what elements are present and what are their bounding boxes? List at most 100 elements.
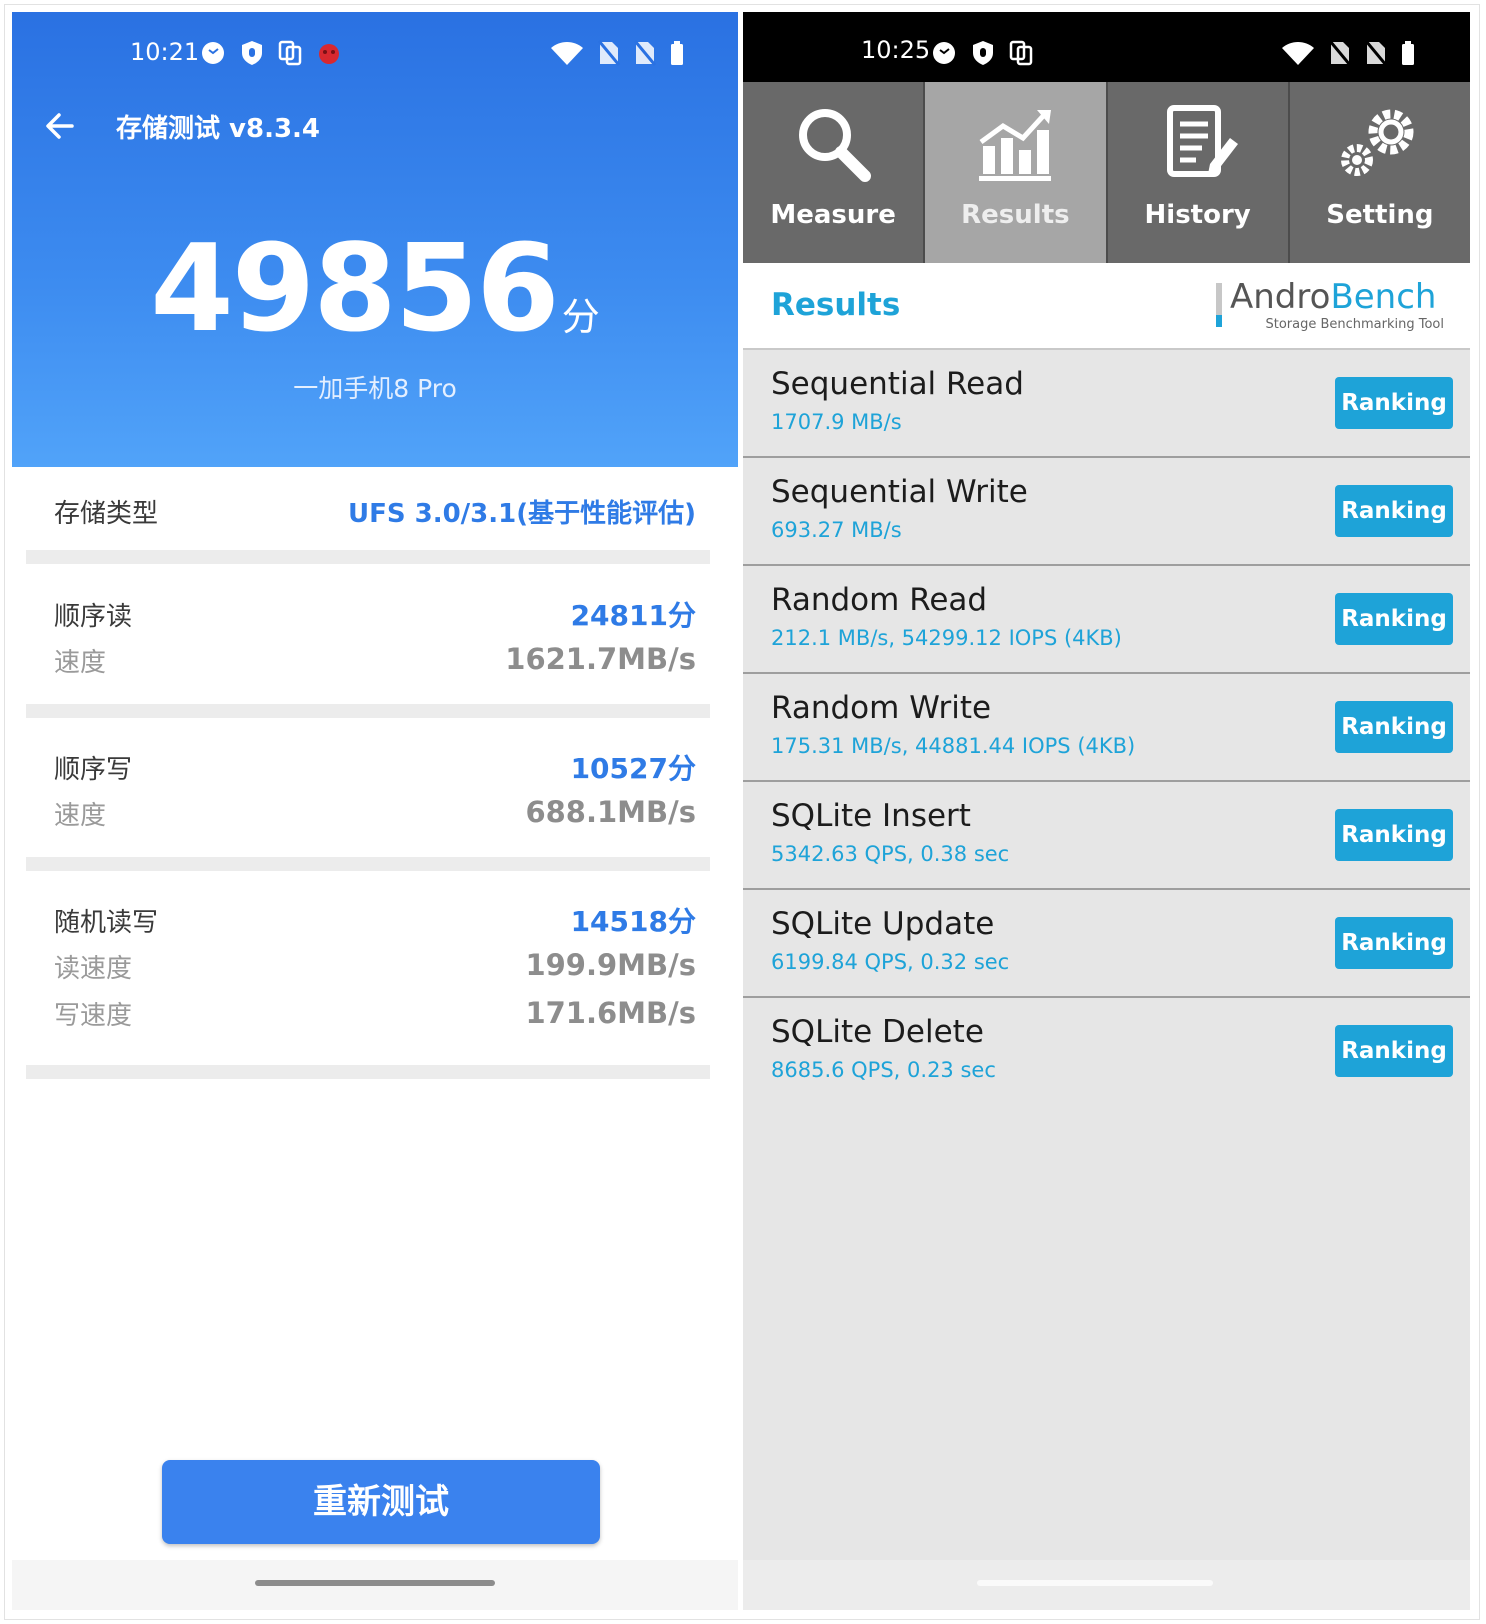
logo-tagline: Storage Benchmarking Tool xyxy=(1265,317,1444,332)
result-name: SQLite Delete xyxy=(771,1014,984,1050)
logo-bar-accent xyxy=(1216,315,1222,327)
retest-button[interactable]: 重新测试 xyxy=(162,1460,600,1544)
document-icon xyxy=(1166,105,1238,177)
write-speed-label: 写速度 xyxy=(54,1001,133,1031)
section-divider xyxy=(26,857,710,871)
androbench-logo: AndroBench Storage Benchmarking Tool xyxy=(1216,277,1446,335)
section-score: 10527分 xyxy=(570,752,696,785)
status-left-icons xyxy=(931,40,1033,66)
androbench-screen: 10:25 Measure Results History Setting Re… xyxy=(743,12,1470,1610)
result-row-sqlite-update: SQLite Update 6199.84 QPS, 0.32 sec Rank… xyxy=(743,890,1470,998)
tab-history[interactable]: History xyxy=(1107,82,1290,263)
copy-icon xyxy=(1009,40,1033,66)
total-score: 49856 分 xyxy=(12,230,738,350)
tab-label: History xyxy=(1144,200,1251,230)
result-name: SQLite Insert xyxy=(771,798,971,834)
result-value: 1707.9 MB/s xyxy=(771,410,902,434)
read-speed-label: 读速度 xyxy=(54,954,133,984)
section-score: 24811分 xyxy=(570,599,696,632)
storage-type-label: 存储类型 xyxy=(54,499,159,529)
result-value: 693.27 MB/s xyxy=(771,518,902,542)
logo-name-part1: Andro xyxy=(1230,277,1331,317)
ranking-button[interactable]: Ranking xyxy=(1335,485,1453,537)
section-score: 14518分 xyxy=(570,905,696,938)
no-sim-icon xyxy=(1329,40,1351,66)
wifi-icon xyxy=(1282,42,1314,65)
speed-label: 速度 xyxy=(54,648,107,678)
device-name: 一加手机8 Pro xyxy=(293,374,457,403)
ranking-button[interactable]: Ranking xyxy=(1335,1025,1453,1077)
ranking-button[interactable]: Ranking xyxy=(1335,917,1453,969)
logo-name: AndroBench xyxy=(1230,277,1436,317)
ranking-button[interactable]: Ranking xyxy=(1335,701,1453,753)
tab-setting[interactable]: Setting xyxy=(1289,82,1470,263)
status-bar: 10:25 xyxy=(743,12,1470,82)
home-gesture-handle[interactable] xyxy=(977,1580,1213,1586)
read-speed-value: 199.9MB/s xyxy=(525,948,696,982)
copy-icon xyxy=(278,40,302,66)
tab-results[interactable]: Results xyxy=(925,82,1108,263)
ranking-button[interactable]: Ranking xyxy=(1335,377,1453,429)
storage-type-row: 存储类型 UFS 3.0/3.1(基于性能评估) xyxy=(12,467,738,559)
speed-label: 速度 xyxy=(54,801,107,831)
result-name: Random Read xyxy=(771,582,988,618)
gears-icon xyxy=(1340,109,1414,176)
no-sim-icon xyxy=(598,40,620,66)
ranking-button[interactable]: Ranking xyxy=(1335,809,1453,861)
storage-type-value: UFS 3.0/3.1(基于性能评估) xyxy=(347,499,696,529)
result-value: 8685.6 QPS, 0.23 sec xyxy=(771,1058,996,1082)
tab-label: Results xyxy=(961,200,1070,230)
status-left-icons xyxy=(200,40,342,66)
shield-icon xyxy=(242,41,262,65)
wifi-icon xyxy=(551,42,583,65)
status-time: 10:21 xyxy=(130,38,200,66)
results-header: Results AndroBench Storage Benchmarking … xyxy=(743,263,1470,350)
ranking-button[interactable]: Ranking xyxy=(1335,593,1453,645)
result-name: Random Write xyxy=(771,690,992,726)
status-right-icons xyxy=(550,40,684,66)
speed-value: 1621.7MB/s xyxy=(505,642,696,676)
tab-label: Setting xyxy=(1326,200,1434,230)
logo-name-part2: Bench xyxy=(1330,277,1437,317)
result-name: Sequential Write xyxy=(771,474,1028,510)
alarm-icon xyxy=(933,42,955,64)
alarm-icon xyxy=(202,42,224,64)
battery-icon xyxy=(1402,41,1414,65)
result-row-random-write: Random Write 175.31 MB/s, 44881.44 IOPS … xyxy=(743,674,1470,782)
section-label: 顺序写 xyxy=(54,755,133,785)
score-unit: 分 xyxy=(561,295,600,339)
result-row-sequential-write: Sequential Write 693.27 MB/s Ranking xyxy=(743,458,1470,566)
result-value: 212.1 MB/s, 54299.12 IOPS (4KB) xyxy=(771,626,1122,650)
results-title: Results xyxy=(771,287,901,323)
result-row-sqlite-delete: SQLite Delete 8685.6 QPS, 0.23 sec Ranki… xyxy=(743,998,1470,1106)
status-bar: 10:21 xyxy=(12,12,738,92)
navigation-bar xyxy=(12,1560,738,1610)
result-value: 6199.84 QPS, 0.32 sec xyxy=(771,950,1010,974)
tab-bar: Measure Results History Setting xyxy=(743,82,1470,263)
page-title: 存储测试 v8.3.4 xyxy=(116,114,321,144)
magnifier-icon xyxy=(799,109,872,182)
bug-icon xyxy=(319,44,339,64)
home-gesture-handle[interactable] xyxy=(255,1580,495,1586)
result-value: 5342.63 QPS, 0.38 sec xyxy=(771,842,1010,866)
battery-icon xyxy=(671,41,683,65)
section-divider xyxy=(26,704,710,718)
no-sim-icon xyxy=(634,40,656,66)
no-sim-icon xyxy=(1365,40,1387,66)
write-speed-value: 171.6MB/s xyxy=(525,996,696,1030)
navigation-bar xyxy=(743,1560,1470,1610)
result-row-sequential-read: Sequential Read 1707.9 MB/s Ranking xyxy=(743,350,1470,458)
shield-icon xyxy=(973,41,993,65)
score-value: 49856 xyxy=(150,220,559,359)
section-label: 顺序读 xyxy=(54,602,133,632)
result-row-sqlite-insert: SQLite Insert 5342.63 QPS, 0.38 sec Rank… xyxy=(743,782,1470,890)
section-divider xyxy=(26,1065,710,1079)
status-right-icons xyxy=(1281,40,1415,66)
result-row-random-read: Random Read 212.1 MB/s, 54299.12 IOPS (4… xyxy=(743,566,1470,674)
section-label: 随机读写 xyxy=(54,908,159,938)
tab-measure[interactable]: Measure xyxy=(743,82,926,263)
status-time: 10:25 xyxy=(861,36,931,64)
result-name: SQLite Update xyxy=(771,906,995,942)
speed-value: 688.1MB/s xyxy=(525,795,696,829)
back-arrow-icon[interactable] xyxy=(42,108,78,144)
